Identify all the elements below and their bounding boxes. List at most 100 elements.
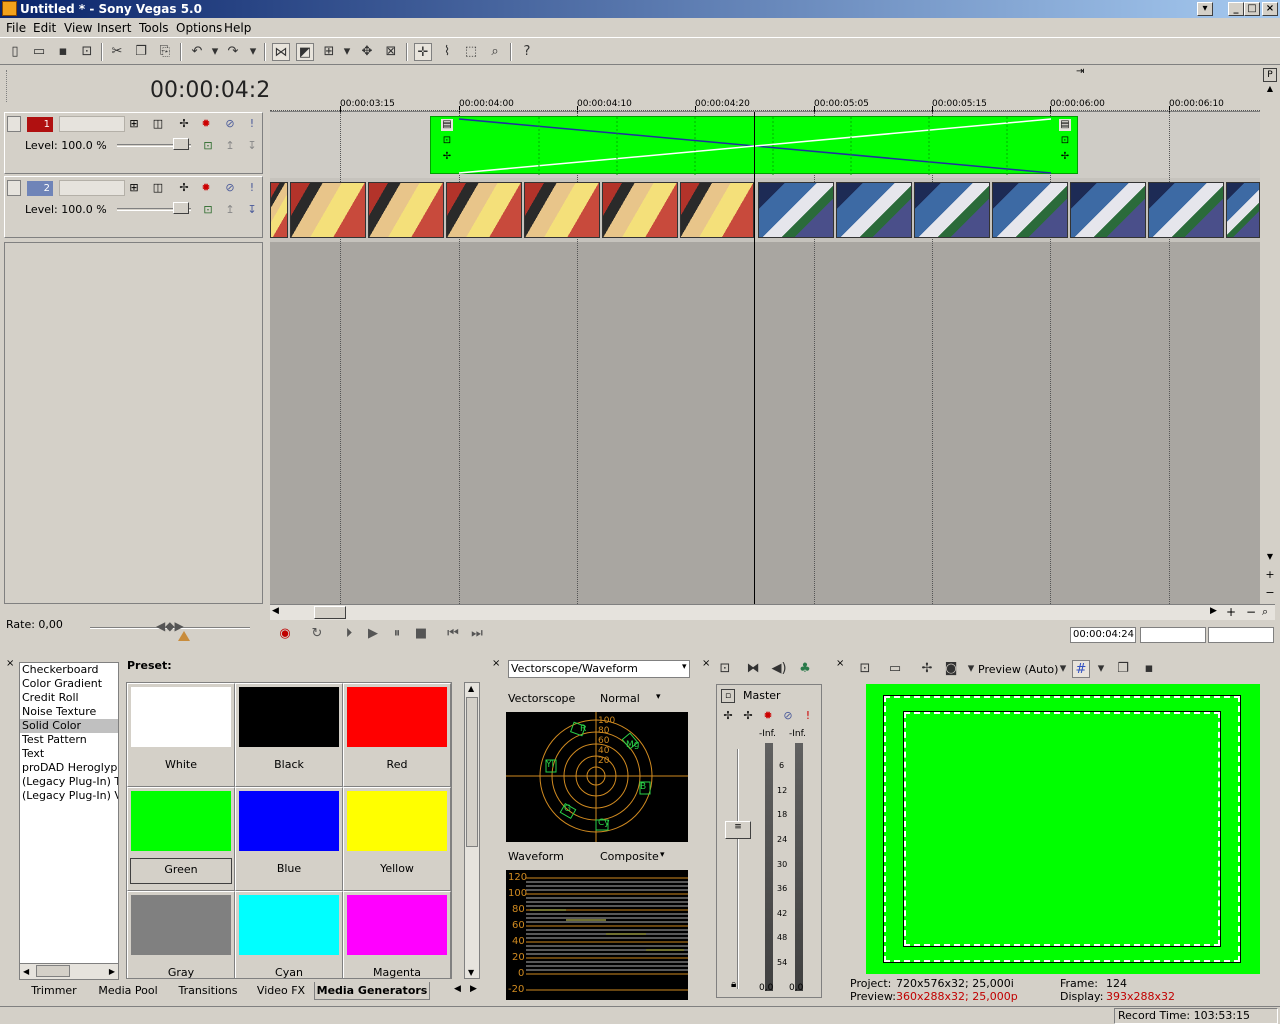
- tab-transitions[interactable]: Transitions: [168, 982, 248, 1000]
- play-icon[interactable]: ▶: [364, 625, 382, 643]
- envelope-tool-icon[interactable]: ⌇: [438, 43, 456, 61]
- list-item[interactable]: Text: [20, 747, 118, 761]
- menu-edit[interactable]: Edit: [33, 21, 56, 35]
- list-item[interactable]: Color Gradient: [20, 677, 118, 691]
- composite-mode-icon[interactable]: ⊡: [201, 139, 215, 153]
- preset-blue[interactable]: Blue: [235, 787, 343, 891]
- track-name-field[interactable]: [59, 180, 125, 196]
- make-compositing-parent-icon[interactable]: ↥: [223, 203, 237, 217]
- master-fader-track[interactable]: [737, 749, 739, 989]
- composite-mode-icon[interactable]: ⊡: [201, 203, 215, 217]
- mute-icon[interactable]: ⊘: [223, 181, 237, 195]
- new-icon[interactable]: ▯: [6, 43, 24, 61]
- generated-media-icon[interactable]: ▤: [1059, 119, 1071, 131]
- track-fx-bypass-icon[interactable]: ✢: [177, 117, 191, 131]
- master-fader-thumb[interactable]: ≡: [725, 821, 751, 839]
- timeline-horizontal-scrollbar[interactable]: ◀ ▶ + − ⌕: [270, 604, 1275, 620]
- marker-toggle-icon[interactable]: P: [1263, 68, 1277, 82]
- ripple-edit-icon[interactable]: ⊞: [320, 43, 338, 61]
- track-motion-icon[interactable]: ⊞: [127, 181, 141, 195]
- list-item[interactable]: Test Pattern: [20, 733, 118, 747]
- insert-assignable-fx-icon[interactable]: ⧓: [744, 660, 762, 678]
- video-output-fx-icon[interactable]: ⊡: [856, 660, 874, 678]
- paste-icon[interactable]: ⎘: [156, 43, 174, 61]
- zoom-in-horizontal-icon[interactable]: +: [1226, 605, 1236, 619]
- time-ruler[interactable]: ⇥ 00:00:03:15 00:00:04:00 00:00:04:10 00…: [270, 66, 1260, 112]
- event-pan-crop-icon[interactable]: ⊡: [441, 135, 453, 147]
- zoom-tool-icon[interactable]: ⌕: [1262, 605, 1268, 619]
- tab-scroll-left-icon[interactable]: ◀: [454, 984, 461, 994]
- list-item[interactable]: proDAD Heroglyph: [20, 761, 118, 775]
- master-fx-bypass-icon[interactable]: ✢: [721, 709, 735, 723]
- generated-media-icon[interactable]: ▤: [441, 119, 453, 131]
- auto-crossfade-icon[interactable]: ◩: [296, 43, 314, 61]
- snapping-icon[interactable]: ⋈: [272, 43, 290, 61]
- split-screen-icon[interactable]: ✢: [918, 660, 936, 678]
- open-icon[interactable]: ▭: [30, 43, 48, 61]
- copy-snapshot-icon[interactable]: ❐: [1114, 660, 1132, 678]
- make-compositing-child-icon[interactable]: ↧: [245, 139, 259, 153]
- play-from-start-icon[interactable]: ⏵: [340, 625, 358, 643]
- lock-icon[interactable]: 🔒︎: [731, 979, 736, 990]
- go-to-end-icon[interactable]: ⏭: [468, 625, 486, 643]
- close-icon[interactable]: ×: [492, 658, 500, 669]
- parent-composite-icon[interactable]: ◫: [151, 117, 165, 131]
- video-track-2-header[interactable]: 2 ⊞ ◫ ✢ ✹ ⊘ ! Level: 100.0 % ⊡ ↥ ↧: [4, 176, 263, 238]
- mute-icon[interactable]: ⊘: [223, 117, 237, 131]
- undo-dropdown-icon[interactable]: ▾: [206, 43, 224, 61]
- list-item-selected[interactable]: Solid Color: [20, 719, 118, 733]
- downmix-icon[interactable]: ◀): [770, 660, 788, 678]
- scroll-right-icon[interactable]: ▶: [1210, 606, 1217, 616]
- chevron-down-icon[interactable]: ▾: [1092, 660, 1110, 678]
- close-icon[interactable]: ×: [836, 658, 844, 669]
- track-expand-icon[interactable]: [7, 116, 21, 132]
- ignore-grouping-icon[interactable]: ⊠: [382, 43, 400, 61]
- chevron-down-icon[interactable]: ▾: [656, 692, 661, 702]
- tab-media-generators[interactable]: Media Generators: [314, 982, 430, 1000]
- track-motion-icon[interactable]: ⊞: [127, 117, 141, 131]
- master-expand-icon[interactable]: ▫: [721, 689, 735, 703]
- preset-magenta[interactable]: Magenta: [343, 891, 451, 978]
- waveform-mode[interactable]: Composite: [600, 850, 659, 863]
- preset-gray[interactable]: Gray: [127, 891, 235, 978]
- track-expand-icon[interactable]: [7, 180, 21, 196]
- master-mute-icon[interactable]: ⊘: [781, 709, 795, 723]
- make-compositing-child-icon[interactable]: ↧: [245, 203, 259, 217]
- solo-icon[interactable]: !: [245, 117, 259, 131]
- preset-white[interactable]: White: [127, 683, 235, 787]
- master-fx-chain-icon[interactable]: ✢: [741, 709, 755, 723]
- close-icon[interactable]: ×: [6, 658, 14, 669]
- lock-envelopes-icon[interactable]: ✥: [358, 43, 376, 61]
- track-fx-icon[interactable]: ✹: [199, 117, 213, 131]
- parent-composite-icon[interactable]: ◫: [151, 181, 165, 195]
- tab-scroll-right-icon[interactable]: ▶: [470, 984, 477, 994]
- preset-green[interactable]: Green: [127, 787, 235, 891]
- event-pan-crop-icon[interactable]: ⊡: [1059, 135, 1071, 147]
- timeline-vertical-scrollbar[interactable]: P ▲ ▼ + −: [1261, 66, 1280, 604]
- save-snapshot-icon[interactable]: ▪: [1140, 660, 1158, 678]
- selection-start-field[interactable]: [1140, 627, 1206, 643]
- loop-playback-icon[interactable]: ↻: [308, 625, 326, 643]
- track-list-empty-area[interactable]: [4, 242, 263, 604]
- scroll-thumb[interactable]: [314, 606, 346, 619]
- record-icon[interactable]: ◉: [276, 625, 294, 643]
- overlays-icon[interactable]: #: [1072, 660, 1090, 678]
- chevron-down-icon[interactable]: ▾: [1054, 660, 1072, 678]
- stop-icon[interactable]: ■: [412, 625, 430, 643]
- menu-help[interactable]: Help: [224, 21, 251, 35]
- normal-edit-tool-icon[interactable]: ✛: [414, 43, 432, 61]
- preset-cyan[interactable]: Cyan: [235, 891, 343, 978]
- zoom-tool-icon[interactable]: ⌕: [486, 43, 504, 61]
- insert-bus-icon[interactable]: ⊡: [716, 660, 734, 678]
- fade-envelope[interactable]: [431, 117, 1079, 175]
- pause-icon[interactable]: ⏸: [388, 625, 406, 643]
- maximize-button[interactable]: □: [1244, 2, 1260, 16]
- generator-list[interactable]: Checkerboard Color Gradient Credit Roll …: [19, 662, 119, 980]
- menu-insert[interactable]: Insert: [97, 21, 131, 35]
- preset-vertical-scrollbar[interactable]: ▲ ▼: [464, 682, 480, 979]
- menu-tools[interactable]: Tools: [139, 21, 169, 35]
- minimize-button[interactable]: _: [1228, 2, 1244, 16]
- preset-yellow[interactable]: Yellow: [343, 787, 451, 891]
- timeline[interactable]: ⇥ 00:00:03:15 00:00:04:00 00:00:04:10 00…: [270, 66, 1260, 604]
- chevron-down-icon[interactable]: ▾: [660, 850, 665, 860]
